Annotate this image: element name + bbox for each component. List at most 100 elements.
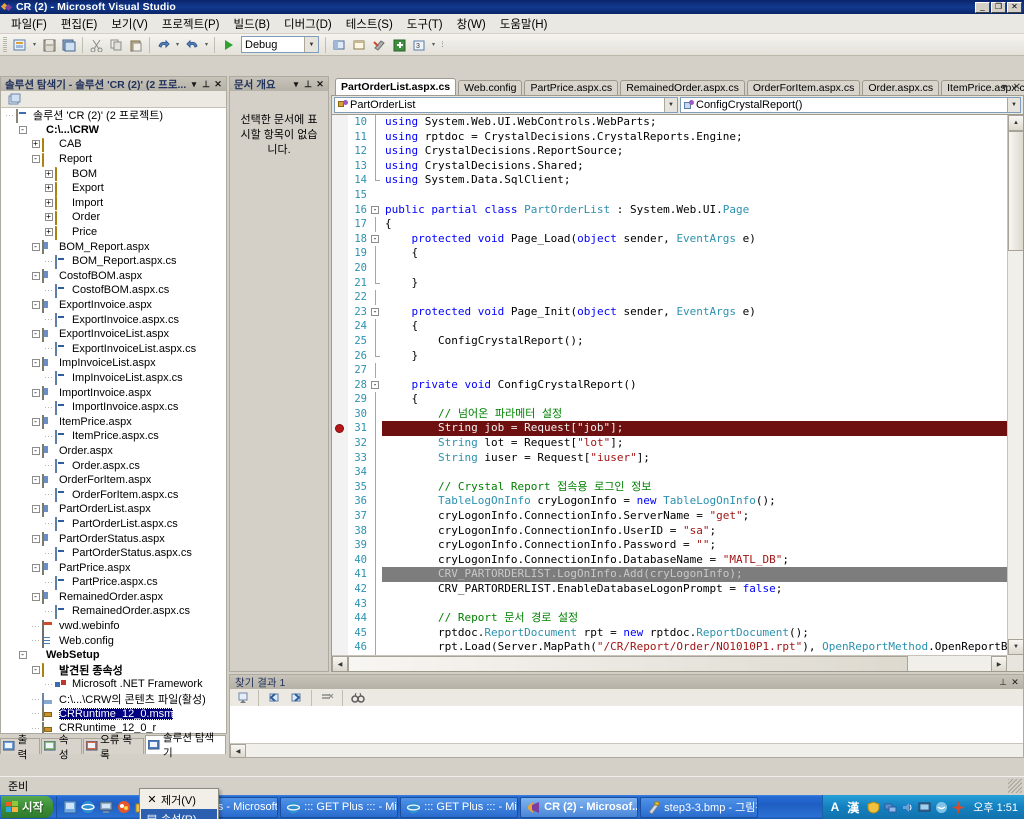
toolbox-icon[interactable] (369, 35, 389, 54)
breakpoint-marker[interactable] (332, 421, 348, 437)
tree-item[interactable]: ⋯ 솔루션 'CR (2)' (2 프로젝트) (1, 108, 226, 123)
taskbar-button-3[interactable]: CR (2) - Microsof... (520, 796, 639, 818)
tree-item[interactable]: - PartOrderStatus.aspx (1, 531, 226, 547)
solution-tree[interactable]: ⋯ 솔루션 'CR (2)' (2 프로젝트) - C:\...\CRW + CAB - Re… (0, 108, 227, 734)
tree-item[interactable]: - CostofBOM.aspx (1, 269, 226, 284)
tree-item[interactable]: - RemainedOrder.aspx (1, 590, 226, 605)
gutter-cell[interactable] (332, 552, 348, 568)
dock-tab-2[interactable]: 오류 목록 (82, 734, 145, 761)
close-button[interactable]: ✕ (1007, 1, 1022, 13)
next-location-icon[interactable] (286, 688, 306, 707)
tree-expander-icon[interactable]: + (42, 213, 55, 222)
chevron-down-icon[interactable]: ▼ (1007, 98, 1020, 112)
fold-margin[interactable]: - (370, 378, 382, 393)
properties-window-icon[interactable] (349, 35, 369, 54)
undo-icon[interactable] (153, 35, 173, 54)
tree-item[interactable]: ⋯ PartOrderList.aspx.cs (1, 517, 226, 532)
gutter-cell[interactable] (332, 217, 348, 232)
gutter-cell[interactable] (332, 640, 348, 655)
tree-item[interactable]: ⋯ Web.config (1, 633, 226, 649)
editor-tab-5[interactable]: Order.aspx.cs (862, 80, 940, 95)
code-vertical-scrollbar[interactable]: ▲ ▼ (1007, 115, 1023, 655)
internet-explorer-icon[interactable] (81, 800, 95, 814)
gutter-cell[interactable] (332, 363, 348, 378)
save-icon[interactable] (39, 35, 59, 54)
tree-item[interactable]: - Report (1, 152, 226, 167)
context-menu-item[interactable]: ✕ 제거(V) (141, 790, 217, 809)
tree-item[interactable]: - ImpInvoiceList.aspx (1, 356, 226, 371)
menu-item-7[interactable]: 도구(T) (400, 14, 450, 34)
gutter-cell[interactable] (332, 231, 348, 247)
context-menu[interactable]: ✕제거(V)▤속성(R) (139, 788, 219, 819)
tree-item[interactable]: ⋯ ExportInvoiceList.aspx.cs (1, 342, 226, 357)
editor-tab-4[interactable]: OrderForItem.aspx.cs (746, 80, 861, 95)
outline-close-icon[interactable]: ✕ (314, 79, 326, 90)
gutter-cell[interactable] (332, 582, 348, 597)
find-pin-icon[interactable]: ⊥ (997, 677, 1009, 688)
panel-pin-icon[interactable]: ⊥ (200, 79, 212, 90)
editor-tab-0[interactable]: PartOrderList.aspx.cs (335, 78, 457, 95)
gutter-cell[interactable] (332, 129, 348, 145)
tree-expander-icon[interactable]: - (29, 417, 42, 426)
tree-item[interactable]: - ExportInvoice.aspx (1, 298, 226, 313)
menu-item-4[interactable]: 빌드(B) (227, 14, 278, 34)
gutter-cell[interactable] (332, 509, 348, 524)
tree-item[interactable]: + Price (1, 225, 226, 240)
tab-close-icon[interactable]: ✕ (1013, 82, 1021, 93)
tree-item[interactable]: ⋯ Microsoft .NET Framework (1, 677, 226, 692)
context-menu-item[interactable]: ▤속성(R) (141, 809, 217, 819)
gutter-cell[interactable] (332, 611, 348, 626)
tree-expander-icon[interactable]: - (29, 359, 42, 368)
restore-button[interactable]: ❐ (991, 1, 1006, 13)
gutter-cell[interactable] (332, 494, 348, 510)
gutter-cell[interactable] (332, 465, 348, 480)
outline-pin-icon[interactable]: ⊥ (302, 79, 314, 90)
gutter-cell[interactable] (332, 304, 348, 320)
fold-margin[interactable]: - (370, 203, 382, 218)
new-project-icon[interactable] (10, 35, 30, 54)
gutter-cell[interactable] (332, 348, 348, 364)
tree-expander-icon[interactable]: - (29, 330, 42, 339)
tree-expander-icon[interactable]: + (29, 140, 42, 149)
gutter-cell[interactable] (332, 115, 348, 130)
gutter-cell[interactable] (332, 479, 348, 495)
tree-item[interactable]: - OrderForItem.aspx (1, 473, 226, 488)
tree-item[interactable]: ⋯ C:\...\CRW의 콘텐츠 파일(활성) (1, 692, 226, 707)
tree-item[interactable]: - BOM_Report.aspx (1, 239, 226, 255)
member-navigation-select[interactable]: ConfigCrystalReport() ▼ (680, 97, 1021, 113)
gutter-cell[interactable] (332, 538, 348, 553)
tree-expander-icon[interactable]: - (29, 301, 42, 310)
tree-item[interactable]: ⋯ CostofBOM.aspx.cs (1, 283, 226, 298)
tree-item[interactable]: - PartOrderList.aspx (1, 502, 226, 517)
my-computer-icon[interactable] (99, 800, 113, 814)
code-text-area[interactable]: 10 using System.Web.UI.WebControls.WebPar… (331, 114, 1024, 672)
menu-item-6[interactable]: 테스트(S) (339, 14, 400, 34)
save-all-icon[interactable] (59, 35, 79, 54)
antivirus-icon[interactable] (952, 800, 966, 814)
menu-item-3[interactable]: 프로젝트(P) (155, 14, 227, 34)
tree-expander-icon[interactable]: - (29, 155, 42, 164)
tree-item[interactable]: + BOM (1, 166, 226, 182)
vertical-scroll-thumb[interactable] (1008, 131, 1023, 251)
tree-expander-icon[interactable]: - (29, 388, 42, 397)
menu-item-8[interactable]: 창(W) (450, 14, 493, 34)
find-binoculars-icon[interactable] (348, 688, 368, 707)
taskbar-button-4[interactable]: step3-3.bmp - 그림판 (640, 796, 759, 818)
gutter-cell[interactable] (332, 260, 348, 276)
gutter-cell[interactable] (332, 333, 348, 349)
resize-grip[interactable] (1008, 779, 1022, 793)
scroll-down-button[interactable]: ▼ (1008, 639, 1023, 655)
tree-expander-icon[interactable]: - (29, 534, 42, 543)
code-horizontal-scrollbar[interactable]: ◀ ▶ (332, 655, 1007, 671)
menu-item-2[interactable]: 보기(V) (104, 14, 155, 34)
gutter-cell[interactable] (332, 246, 348, 261)
tree-item[interactable]: + Order (1, 210, 226, 225)
go-to-location-icon[interactable] (233, 688, 253, 707)
gutter-cell[interactable] (332, 319, 348, 334)
dock-tab-3[interactable]: 솔루션 탐색기 (145, 732, 226, 759)
tree-item[interactable]: + Export (1, 181, 226, 196)
tree-item[interactable]: - C:\...\CRW (1, 123, 226, 138)
tree-expander-icon[interactable]: - (29, 505, 42, 514)
gutter-cell[interactable] (332, 187, 348, 203)
tree-item[interactable]: ⋯ Order.aspx.cs (1, 458, 226, 474)
